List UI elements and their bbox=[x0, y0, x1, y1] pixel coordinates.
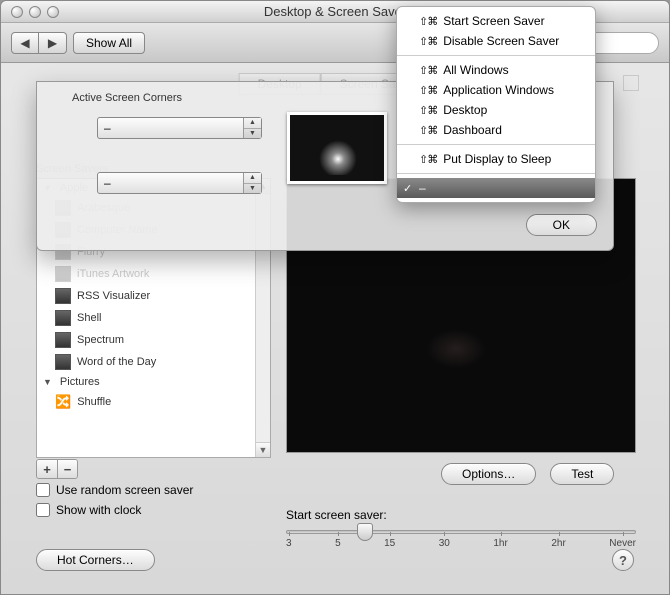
menu-item-disable-saver[interactable]: ⇧⌘Disable Screen Saver bbox=[397, 31, 595, 51]
hot-corners-button[interactable]: Hot Corners… bbox=[36, 549, 155, 571]
nav-segment: ◀ ▶ bbox=[11, 32, 67, 54]
clock-checkbox[interactable]: Show with clock bbox=[36, 503, 193, 517]
menu-separator bbox=[397, 173, 595, 174]
corner-thumbnail bbox=[287, 112, 387, 184]
shuffle-icon: 🔀 bbox=[55, 394, 71, 410]
list-item[interactable]: RSS Visualizer bbox=[37, 285, 270, 307]
menu-item-dashboard[interactable]: ⇧⌘Dashboard bbox=[397, 120, 595, 140]
add-button[interactable]: + bbox=[37, 460, 57, 478]
options-button[interactable]: Options… bbox=[441, 463, 536, 485]
menu-item-app-windows[interactable]: ⇧⌘Application Windows bbox=[397, 80, 595, 100]
random-checkbox[interactable]: Use random screen saver bbox=[36, 483, 193, 497]
list-item[interactable]: Word of the Day bbox=[37, 351, 270, 373]
menu-item-all-windows[interactable]: ⇧⌘All Windows bbox=[397, 60, 595, 80]
saver-icon bbox=[55, 266, 71, 282]
saver-icon bbox=[55, 354, 71, 370]
list-group-pictures: ▼Pictures bbox=[37, 373, 270, 391]
checkbox-input[interactable] bbox=[36, 483, 50, 497]
ok-button[interactable]: OK bbox=[526, 214, 597, 236]
menu-item-sleep-display[interactable]: ⇧⌘Put Display to Sleep bbox=[397, 149, 595, 169]
remove-button[interactable]: − bbox=[57, 460, 77, 478]
saver-icon bbox=[55, 332, 71, 348]
test-button[interactable]: Test bbox=[550, 463, 614, 485]
traffic-lights bbox=[1, 6, 59, 18]
zoom-icon[interactable] bbox=[47, 6, 59, 18]
scroll-down-icon[interactable]: ▼ bbox=[256, 442, 270, 457]
checkbox-input[interactable] bbox=[36, 503, 50, 517]
window-title: Desktop & Screen Saver bbox=[264, 4, 406, 19]
list-item-shuffle[interactable]: 🔀Shuffle bbox=[37, 391, 270, 413]
checkbox-label: Show with clock bbox=[56, 503, 141, 517]
menu-separator bbox=[397, 55, 595, 56]
sheet-title: Active Screen Corners bbox=[72, 92, 182, 104]
menu-item-none[interactable]: – bbox=[397, 178, 595, 198]
menu-separator bbox=[397, 144, 595, 145]
help-button[interactable]: ? bbox=[612, 549, 634, 571]
stepper-icon[interactable]: ▲▼ bbox=[243, 118, 261, 138]
corner-select-bottom-left[interactable]: – ▲▼ bbox=[97, 172, 262, 194]
slider-label: Start screen saver: bbox=[286, 508, 636, 522]
list-item[interactable]: Spectrum bbox=[37, 329, 270, 351]
slider-area: Start screen saver: 3 5 15 30 1hr 2hr Ne… bbox=[286, 508, 636, 549]
list-item[interactable]: iTunes Artwork bbox=[37, 263, 270, 285]
close-icon[interactable] bbox=[11, 6, 23, 18]
saver-icon bbox=[55, 310, 71, 326]
preview-graphic bbox=[426, 329, 486, 369]
menu-item-start-saver[interactable]: ⇧⌘Start Screen Saver bbox=[397, 11, 595, 31]
forward-button[interactable]: ▶ bbox=[39, 32, 67, 54]
slider-thumb[interactable] bbox=[357, 523, 373, 541]
thumb-flare-icon bbox=[318, 135, 358, 175]
corner-action-menu[interactable]: ⇧⌘Start Screen Saver ⇧⌘Disable Screen Sa… bbox=[396, 6, 596, 203]
menu-item-desktop[interactable]: ⇧⌘Desktop bbox=[397, 100, 595, 120]
lock-icon[interactable] bbox=[623, 75, 639, 91]
back-button[interactable]: ◀ bbox=[11, 32, 39, 54]
add-remove-control: + − bbox=[36, 459, 78, 479]
minimize-icon[interactable] bbox=[29, 6, 41, 18]
prefs-window: Desktop & Screen Saver ◀ ▶ Show All Desk… bbox=[0, 0, 670, 595]
corner-select-top-left[interactable]: – ▲▼ bbox=[97, 117, 262, 139]
slider-ticks: 3 5 15 30 1hr 2hr Never bbox=[286, 538, 636, 549]
checkbox-label: Use random screen saver bbox=[56, 483, 193, 497]
saver-icon bbox=[55, 288, 71, 304]
list-item[interactable]: Shell bbox=[37, 307, 270, 329]
stepper-icon[interactable]: ▲▼ bbox=[243, 173, 261, 193]
show-all-button[interactable]: Show All bbox=[73, 32, 145, 54]
